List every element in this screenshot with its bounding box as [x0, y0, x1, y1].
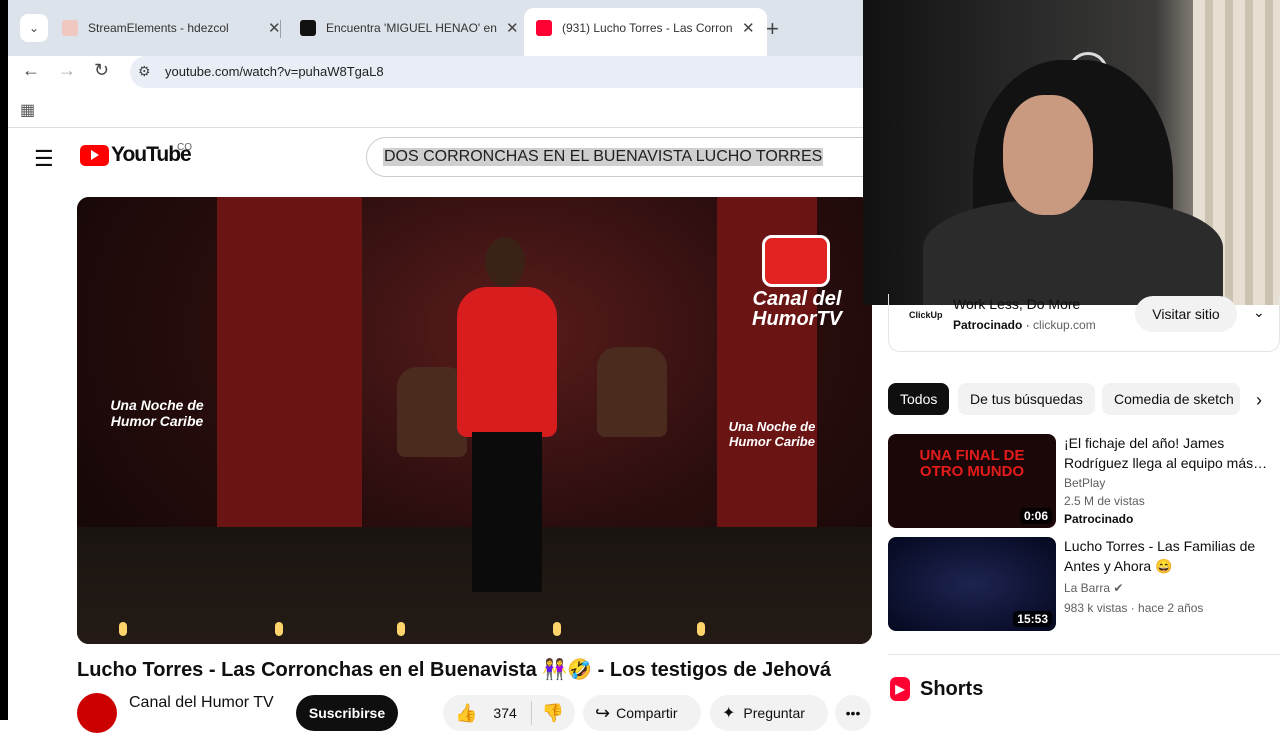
country-code: CO — [177, 142, 192, 153]
chevron-down-icon[interactable]: ⌄ — [1253, 304, 1265, 321]
webcam-overlay — [863, 0, 1280, 305]
chip-all[interactable]: Todos — [888, 383, 950, 415]
youtube-logo[interactable]: YouTube — [80, 143, 192, 167]
chevron-down-icon: ⌄ — [28, 21, 40, 35]
shorts-header: ▶ Shorts — [890, 677, 983, 701]
tab-bar: ⌄ StreamElements - hdezcol ✕ Encuentra '… — [8, 0, 863, 56]
url-text: youtube.com/watch?v=puhaW8TgaL8 — [165, 64, 384, 79]
recommendation-title[interactable]: Lucho Torres - Las Familias de Antes y A… — [1064, 536, 1269, 576]
ad-meta: Patrocinado · clickup.com — [953, 318, 1096, 332]
recommendation-title[interactable]: ¡El fichaje del año! James Rodríguez lle… — [1064, 433, 1269, 473]
visit-site-button[interactable]: Visitar sitio — [1135, 296, 1237, 332]
recommendation-channel-row[interactable]: La Barra ✔ — [1064, 581, 1123, 595]
tab-tiktok[interactable]: Encuentra 'MIGUEL HENAO' en ✕ — [288, 8, 531, 48]
left-edge — [0, 0, 8, 720]
chip-from-searches[interactable]: De tus búsquedas — [958, 383, 1095, 415]
tab-youtube[interactable]: (931) Lucho Torres - Las Corron ✕ — [524, 8, 767, 56]
site-settings-icon[interactable]: ⚙ — [138, 63, 151, 80]
search-input[interactable]: DOS CORRONCHAS EN EL BUENAVISTA LUCHO TO… — [366, 137, 886, 177]
tab-title: Encuentra 'MIGUEL HENAO' en — [326, 21, 497, 35]
search-query: DOS CORRONCHAS EN EL BUENAVISTA LUCHO TO… — [383, 148, 824, 166]
streamer-face — [1003, 95, 1093, 215]
tab-search-button[interactable]: ⌄ — [20, 14, 48, 42]
back-icon[interactable]: ← — [22, 60, 40, 81]
share-button[interactable]: ↪ Compartir — [583, 695, 701, 731]
video-duration: 0:06 — [1019, 508, 1052, 524]
more-icon: ••• — [845, 705, 861, 721]
share-label: Compartir — [616, 705, 678, 721]
tab-separator — [280, 20, 281, 38]
recommendation-views: 983 k vistas — [1064, 601, 1128, 615]
subscribe-button[interactable]: Suscribirse — [296, 695, 398, 731]
ad-domain: clickup.com — [1033, 318, 1096, 332]
close-icon[interactable]: ✕ — [506, 19, 519, 37]
close-icon[interactable]: ✕ — [742, 19, 755, 37]
share-icon: ↪ — [595, 702, 611, 723]
tab-title: (931) Lucho Torres - Las Corron — [562, 21, 733, 35]
play-icon — [80, 144, 109, 166]
channel-avatar[interactable] — [77, 693, 117, 733]
tiktok-icon — [300, 20, 316, 36]
apps-grid-icon[interactable]: ▦ — [20, 100, 35, 120]
recommendation-channel[interactable]: BetPlay — [1064, 476, 1105, 490]
stage-curtain — [217, 197, 362, 527]
stage-sign-right: Una Noche de Humor Caribe — [728, 419, 816, 449]
tab-streamelements[interactable]: StreamElements - hdezcol ✕ — [50, 8, 293, 48]
chip-sketch-comedy[interactable]: Comedia de sketch — [1102, 383, 1240, 415]
nav-bar: ← → ↻ ⚙ youtube.com/watch?v=puhaW8TgaL8 — [8, 56, 890, 92]
video-thumbnail[interactable]: 15:53 — [888, 537, 1056, 631]
sparkle-icon: ✦ — [722, 705, 736, 722]
sponsored-ad-card[interactable]: Work Less, Do More ClickUp Patrocinado ·… — [888, 294, 1280, 352]
close-icon[interactable]: ✕ — [268, 19, 281, 37]
bookmarks-bar: ▦ — [8, 92, 863, 128]
ad-title: Work Less, Do More — [953, 296, 1081, 312]
address-bar[interactable]: ⚙ youtube.com/watch?v=puhaW8TgaL8 — [130, 56, 890, 88]
sponsored-label: Patrocinado — [953, 318, 1023, 332]
shorts-label: Shorts — [920, 677, 984, 700]
thumbs-up-icon[interactable]: 👍 — [455, 703, 477, 724]
ask-button[interactable]: ✦ Preguntar — [710, 695, 828, 731]
hamburger-menu-icon[interactable]: ☰ — [34, 146, 54, 172]
new-tab-icon[interactable]: + — [766, 16, 779, 42]
performer — [447, 237, 567, 607]
channel-watermark-text: Canal del HumorTV — [752, 288, 842, 330]
shorts-icon: ▶ — [890, 677, 910, 701]
streamelements-icon — [62, 20, 78, 36]
like-dislike-group: 👍 374 👎 — [443, 695, 575, 731]
stage-chair — [597, 347, 667, 437]
chevron-right-icon[interactable]: › — [1256, 390, 1262, 411]
youtube-icon — [536, 20, 552, 36]
video-title: Lucho Torres - Las Corronchas en el Buen… — [77, 659, 832, 681]
video-duration: 15:53 — [1013, 611, 1052, 627]
sponsored-badge: Patrocinado — [1064, 512, 1134, 526]
recommendation-stats: 983 k vistas · hace 2 años — [1064, 601, 1204, 615]
video-player[interactable]: Canal del HumorTV Una Noche de Humor Car… — [77, 197, 872, 644]
tab-title: StreamElements - hdezcol — [88, 21, 229, 35]
channel-name[interactable]: Canal del Humor TV — [129, 694, 274, 712]
recommendation-views: 2.5 M de vistas — [1064, 494, 1145, 508]
recommendation-age: hace 2 años — [1138, 601, 1204, 615]
video-thumbnail[interactable]: UNA FINAL DE OTRO MUNDO 0:06 — [888, 434, 1056, 528]
thumbs-down-icon[interactable]: 👎 — [542, 703, 564, 724]
recommendation-channel: La Barra — [1064, 581, 1111, 595]
more-actions-button[interactable]: ••• — [835, 695, 871, 731]
like-count[interactable]: 374 — [493, 705, 516, 721]
ask-label: Preguntar — [743, 705, 805, 721]
stage-sign-left: Una Noche de Humor Caribe — [110, 397, 204, 429]
reload-icon[interactable]: ↻ — [94, 60, 109, 81]
channel-watermark-icon — [762, 235, 830, 287]
thumbnail-text: UNA FINAL DE OTRO MUNDO — [919, 447, 1025, 480]
advertiser-logo: ClickUp — [909, 310, 943, 320]
section-divider — [888, 654, 1280, 655]
forward-icon[interactable]: → — [58, 60, 76, 81]
verified-icon: ✔ — [1113, 581, 1124, 595]
